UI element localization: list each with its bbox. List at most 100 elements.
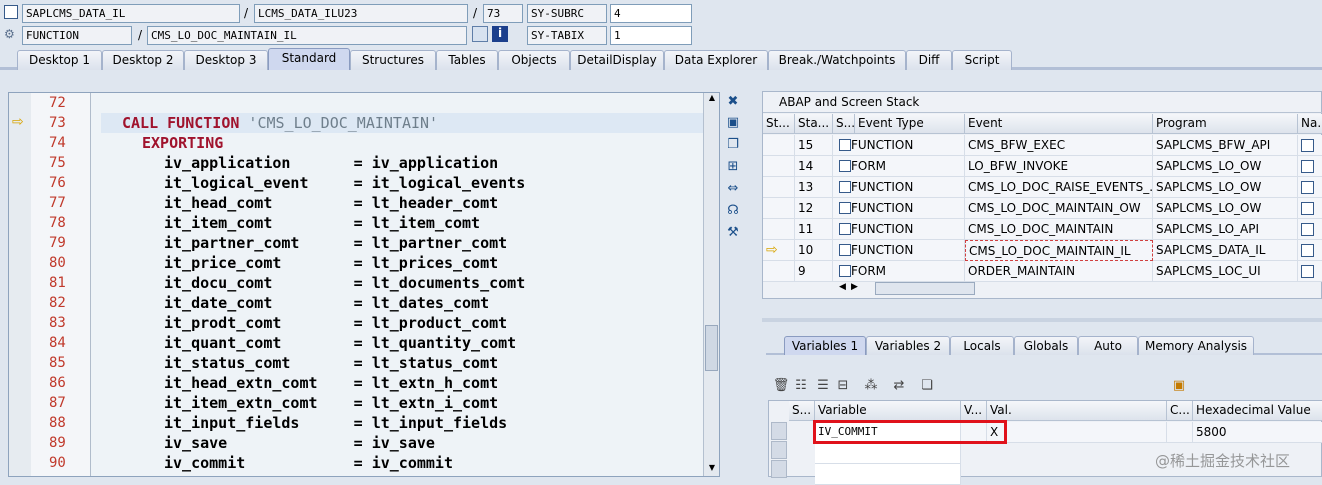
tab-auto[interactable]: Auto — [1078, 336, 1138, 355]
col-header[interactable]: Event Type — [855, 114, 965, 134]
code-keyword: CALL FUNCTION — [122, 114, 240, 132]
tab-tables[interactable]: Tables — [436, 50, 498, 70]
scroll-down-icon[interactable]: ▼ — [706, 463, 718, 473]
copy-row-icon[interactable]: ☰ — [814, 377, 832, 395]
col-header[interactable]: S... — [833, 114, 855, 134]
horizontal-scrollbar[interactable]: ◀ ▶ — [839, 282, 979, 296]
line-number: 74 — [49, 135, 66, 151]
delete-row-icon[interactable]: ⊟ — [834, 377, 852, 395]
tab-data-explorer[interactable]: Data Explorer — [664, 50, 768, 70]
navigate-icon[interactable] — [1301, 202, 1314, 215]
event-type: FUNCTION — [851, 138, 914, 152]
program-name: SAPLCMS_LO_API — [1153, 219, 1298, 240]
subrc-value[interactable]: 4 — [610, 4, 692, 23]
maximize-icon[interactable]: ⊞ — [724, 158, 742, 176]
tab-script[interactable]: Script — [952, 50, 1012, 70]
tab-breakpoints[interactable]: Break./Watchpoints — [768, 50, 906, 70]
navigate-icon[interactable] — [1301, 244, 1314, 257]
event-name-field[interactable]: CMS_LO_DOC_MAINTAIN_IL — [147, 26, 467, 45]
variables-tabstrip: Variables 1 Variables 2 Locals Globals A… — [766, 335, 1322, 355]
tab-variables-1[interactable]: Variables 1 — [784, 336, 866, 355]
navigate-icon[interactable] — [1301, 181, 1314, 194]
variable-name-empty[interactable] — [815, 443, 961, 464]
col-header[interactable]: Na... — [1298, 114, 1322, 134]
scroll-up-icon[interactable]: ▲ — [706, 93, 718, 103]
info-icon[interactable]: i — [492, 26, 508, 42]
stack-panel: ABAP and Screen Stack St... Sta... S... … — [762, 91, 1322, 299]
include-field[interactable]: LCMS_DATA_ILU23 — [254, 4, 468, 23]
scroll-right-icon[interactable]: ▶ — [851, 282, 858, 292]
code-text: it_status_comt = lt_status_comt — [164, 354, 499, 372]
source-code-pane[interactable]: ⇨ 72 73 CALL FUNCTION 'CMS_LO_DOC_MAINTAI… — [8, 92, 720, 477]
event-type: FORM — [851, 264, 887, 278]
navigate-icon[interactable] — [1301, 139, 1314, 152]
tab-globals[interactable]: Globals — [1014, 336, 1078, 355]
col-header[interactable]: Val. — [987, 401, 1167, 421]
close-icon[interactable]: ✖ — [724, 93, 742, 111]
save-icon[interactable]: ▣ — [1170, 377, 1188, 395]
col-header[interactable]: Event — [965, 114, 1153, 134]
transfer-icon[interactable]: ⇄ — [890, 377, 908, 395]
row-selector[interactable] — [771, 460, 787, 478]
tab-diff[interactable]: Diff — [906, 50, 952, 70]
line-number: 85 — [49, 355, 66, 371]
variable-value[interactable]: X — [987, 422, 1167, 443]
document-icon — [839, 244, 851, 256]
navigate-icon[interactable] — [1301, 265, 1314, 278]
code-vertical-scrollbar[interactable]: ▲ ▼ — [703, 93, 719, 476]
col-header[interactable]: C... — [1167, 401, 1193, 421]
event-name: LO_BFW_INVOKE — [965, 156, 1153, 177]
scroll-thumb[interactable] — [705, 325, 718, 371]
tab-memory-analysis[interactable]: Memory Analysis — [1138, 336, 1254, 355]
code-text: iv_commit = iv_commit — [164, 454, 453, 472]
row-selector[interactable] — [771, 441, 787, 459]
col-header[interactable]: Variable — [815, 401, 961, 421]
program-name: SAPLCMS_BFW_API — [1153, 135, 1298, 156]
scroll-thumb[interactable] — [875, 282, 975, 295]
tab-detaildisplay[interactable]: DetailDisplay — [570, 50, 664, 70]
line-number: 75 — [49, 155, 66, 171]
scroll-left-icon[interactable]: ◀ — [839, 282, 846, 292]
separator: / — [244, 6, 249, 20]
navigate-icon[interactable] — [1301, 223, 1314, 236]
stack-level: 11 — [795, 219, 833, 240]
col-header[interactable]: S... — [789, 401, 815, 421]
copy-icon[interactable]: ❐ — [724, 136, 742, 154]
tool-icon[interactable]: ⚒ — [724, 224, 742, 242]
tab-standard[interactable]: Standard — [268, 48, 350, 70]
headset-icon[interactable]: ☊ — [724, 202, 742, 220]
col-header[interactable]: Program — [1153, 114, 1298, 134]
open-icon[interactable]: ❏ — [918, 377, 936, 395]
new-window-icon[interactable]: ▣ — [724, 114, 742, 132]
tab-objects[interactable]: Objects — [498, 50, 570, 70]
event-type: FUNCTION — [851, 222, 914, 236]
tab-variables-2[interactable]: Variables 2 — [866, 336, 950, 355]
tab-structures[interactable]: Structures — [350, 50, 436, 70]
tabix-value[interactable]: 1 — [610, 26, 692, 45]
program-field[interactable]: SAPLCMS_DATA_IL — [22, 4, 240, 23]
function-icon: ⚙ — [4, 27, 15, 41]
navigate-icon[interactable] — [1301, 160, 1314, 173]
group-icon[interactable]: ⁂ — [862, 377, 880, 395]
event-type-field[interactable]: FUNCTION — [22, 26, 132, 45]
tabix-label: SY-TABIX — [527, 26, 607, 45]
insert-row-icon[interactable]: ☷ — [792, 377, 810, 395]
col-header[interactable]: V... — [961, 401, 987, 421]
tab-desktop-3[interactable]: Desktop 3 — [184, 50, 268, 70]
line-number: 87 — [49, 395, 66, 411]
splitter[interactable] — [762, 318, 1322, 322]
line-field[interactable]: 73 — [483, 4, 523, 23]
tab-desktop-2[interactable]: Desktop 2 — [102, 50, 184, 70]
col-header[interactable]: Sta... — [795, 114, 833, 134]
watermark: @稀土掘金技术社区 — [1155, 452, 1291, 470]
row-selector[interactable] — [771, 422, 787, 440]
delete-icon[interactable]: 🗑 — [772, 377, 790, 395]
line-number: 73 — [49, 115, 66, 131]
col-header[interactable]: Hexadecimal Value — [1193, 401, 1322, 421]
variable-name-empty[interactable] — [815, 464, 961, 485]
tab-desktop-1[interactable]: Desktop 1 — [17, 50, 102, 70]
swap-icon[interactable]: ⇔ — [724, 180, 742, 198]
tab-locals[interactable]: Locals — [950, 336, 1014, 355]
col-header[interactable]: St... — [763, 114, 795, 134]
edit-icon[interactable] — [472, 26, 488, 42]
